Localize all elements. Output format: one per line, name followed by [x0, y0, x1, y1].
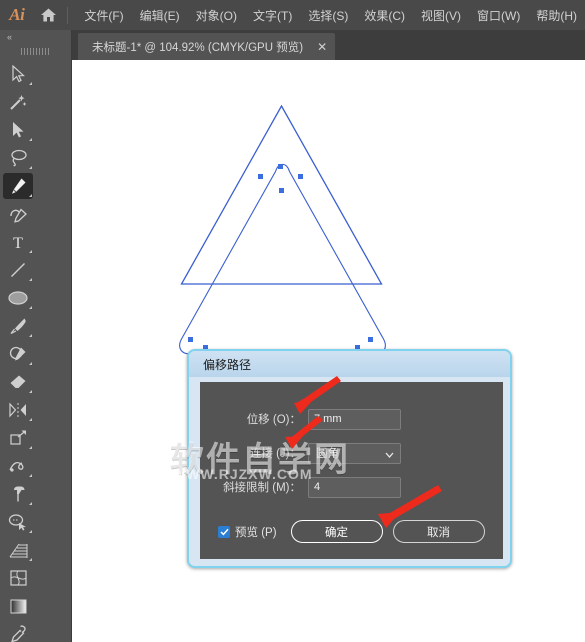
- mesh-tool[interactable]: [0, 564, 36, 592]
- joins-row: 连接 (J)： 圆角: [200, 440, 503, 466]
- tool-corner-icon: [29, 474, 32, 477]
- tool-corner-icon: [29, 390, 32, 393]
- eraser-tool[interactable]: [0, 368, 36, 396]
- menu-window[interactable]: 窗口(W): [469, 4, 528, 27]
- menu-select[interactable]: 选择(S): [300, 4, 356, 27]
- checkmark-icon: [218, 525, 230, 538]
- miter-limit-field[interactable]: 4: [308, 476, 401, 498]
- tool-corner-icon: [29, 418, 32, 421]
- miter-limit-row: 斜接限制 (M)： 4: [200, 474, 503, 500]
- direct-selection-tool[interactable]: [0, 116, 36, 144]
- pen-tool[interactable]: [0, 172, 36, 200]
- close-icon[interactable]: ✕: [317, 41, 327, 53]
- offset-label: 位移 (O)：: [246, 414, 301, 426]
- menu-separator: [67, 6, 69, 24]
- tool-corner-icon: [29, 306, 32, 309]
- reflect-tool[interactable]: [0, 396, 36, 424]
- tool-corner-icon: [29, 138, 32, 141]
- tool-corner-icon: [29, 362, 32, 365]
- free-transform-tool[interactable]: [0, 480, 36, 508]
- menu-view[interactable]: 视图(V): [413, 4, 469, 27]
- dialog-body: 位移 (O)： 7 mm 连接 (J)： 圆角 斜接限制 (M)： 4 预览 (…: [200, 382, 503, 559]
- menu-file[interactable]: 文件(F): [76, 4, 131, 27]
- double-chevron-left-icon: «: [7, 32, 12, 42]
- document-tab[interactable]: 未标题-1* @ 104.92% (CMYK/GPU 预览) ✕: [78, 33, 336, 60]
- type-tool[interactable]: T: [0, 228, 36, 256]
- perspective-grid-tool[interactable]: [0, 536, 36, 564]
- svg-text:T: T: [13, 235, 23, 251]
- tool-corner-icon: [29, 502, 32, 505]
- joins-label: 连接 (J)：: [249, 448, 301, 460]
- menu-list: 文件(F) 编辑(E) 对象(O) 文字(T) 选择(S) 效果(C) 视图(V…: [76, 4, 585, 27]
- offset-field[interactable]: 7 mm: [308, 408, 401, 430]
- preview-checkbox[interactable]: 预览 (P): [218, 524, 277, 540]
- gradient-tool[interactable]: [0, 592, 36, 620]
- ok-button[interactable]: 确定: [290, 520, 383, 543]
- dialog-title-bar: 偏移路径: [189, 351, 510, 377]
- miter-limit-label: 斜接限制 (M)：: [223, 482, 301, 494]
- tool-grid: T: [0, 58, 71, 642]
- magic-wand-tool[interactable]: [0, 88, 36, 116]
- tools-panel: « T: [0, 30, 72, 642]
- menu-bar: Ai 文件(F) 编辑(E) 对象(O) 文字(T) 选择(S) 效果(C) 视…: [0, 0, 585, 30]
- tool-corner-icon: [29, 446, 32, 449]
- offset-path-dialog: 偏移路径 位移 (O)： 7 mm 连接 (J)： 圆角 斜接限制 (M)： 4: [187, 349, 512, 568]
- paintbrush-tool[interactable]: [0, 312, 36, 340]
- joins-value: 圆角: [316, 448, 339, 460]
- menu-help[interactable]: 帮助(H): [528, 4, 585, 27]
- dialog-title: 偏移路径: [203, 357, 252, 372]
- tool-corner-icon: [29, 334, 32, 337]
- curvature-tool[interactable]: [0, 200, 36, 228]
- document-tab-bar: 未标题-1* @ 104.92% (CMYK/GPU 预览) ✕: [72, 30, 585, 60]
- illustrator-window: Ai 文件(F) 编辑(E) 对象(O) 文字(T) 选择(S) 效果(C) 视…: [0, 0, 585, 642]
- shape-builder-tool[interactable]: [0, 508, 36, 536]
- shaper-tool[interactable]: [0, 340, 36, 368]
- menu-object[interactable]: 对象(O): [188, 4, 245, 27]
- lasso-tool[interactable]: [0, 144, 36, 172]
- app-logo: Ai: [9, 5, 25, 24]
- collapse-panel-button[interactable]: «: [0, 30, 71, 44]
- tool-corner-icon: [29, 250, 32, 253]
- tool-corner-icon: [29, 82, 32, 85]
- dialog-footer: 预览 (P) 确定 取消: [200, 520, 503, 543]
- offset-row: 位移 (O)： 7 mm: [200, 406, 503, 432]
- home-icon[interactable]: [34, 7, 64, 23]
- line-segment-tool[interactable]: [0, 256, 36, 284]
- joins-select[interactable]: 圆角: [308, 442, 401, 464]
- chevron-down-icon: [385, 449, 394, 461]
- ellipse-tool[interactable]: [0, 284, 36, 312]
- eyedropper-tool[interactable]: [0, 620, 36, 642]
- menu-type[interactable]: 文字(T): [245, 4, 300, 27]
- grip-bars-icon: [20, 47, 51, 55]
- tool-corner-icon: [29, 194, 32, 197]
- tool-corner-icon: [29, 166, 32, 169]
- document-tab-title: 未标题-1* @ 104.92% (CMYK/GPU 预览): [92, 41, 304, 54]
- cancel-button[interactable]: 取消: [392, 520, 485, 543]
- width-tool[interactable]: [0, 452, 36, 480]
- tool-corner-icon: [29, 558, 32, 561]
- tool-corner-icon: [29, 530, 32, 533]
- scale-tool[interactable]: [0, 424, 36, 452]
- panel-drag-handle[interactable]: [0, 44, 71, 58]
- preview-label: 预览 (P): [235, 526, 277, 539]
- menu-edit[interactable]: 编辑(E): [132, 4, 188, 27]
- menu-effect[interactable]: 效果(C): [356, 4, 413, 27]
- selection-tool[interactable]: [0, 60, 36, 88]
- tool-corner-icon: [29, 278, 32, 281]
